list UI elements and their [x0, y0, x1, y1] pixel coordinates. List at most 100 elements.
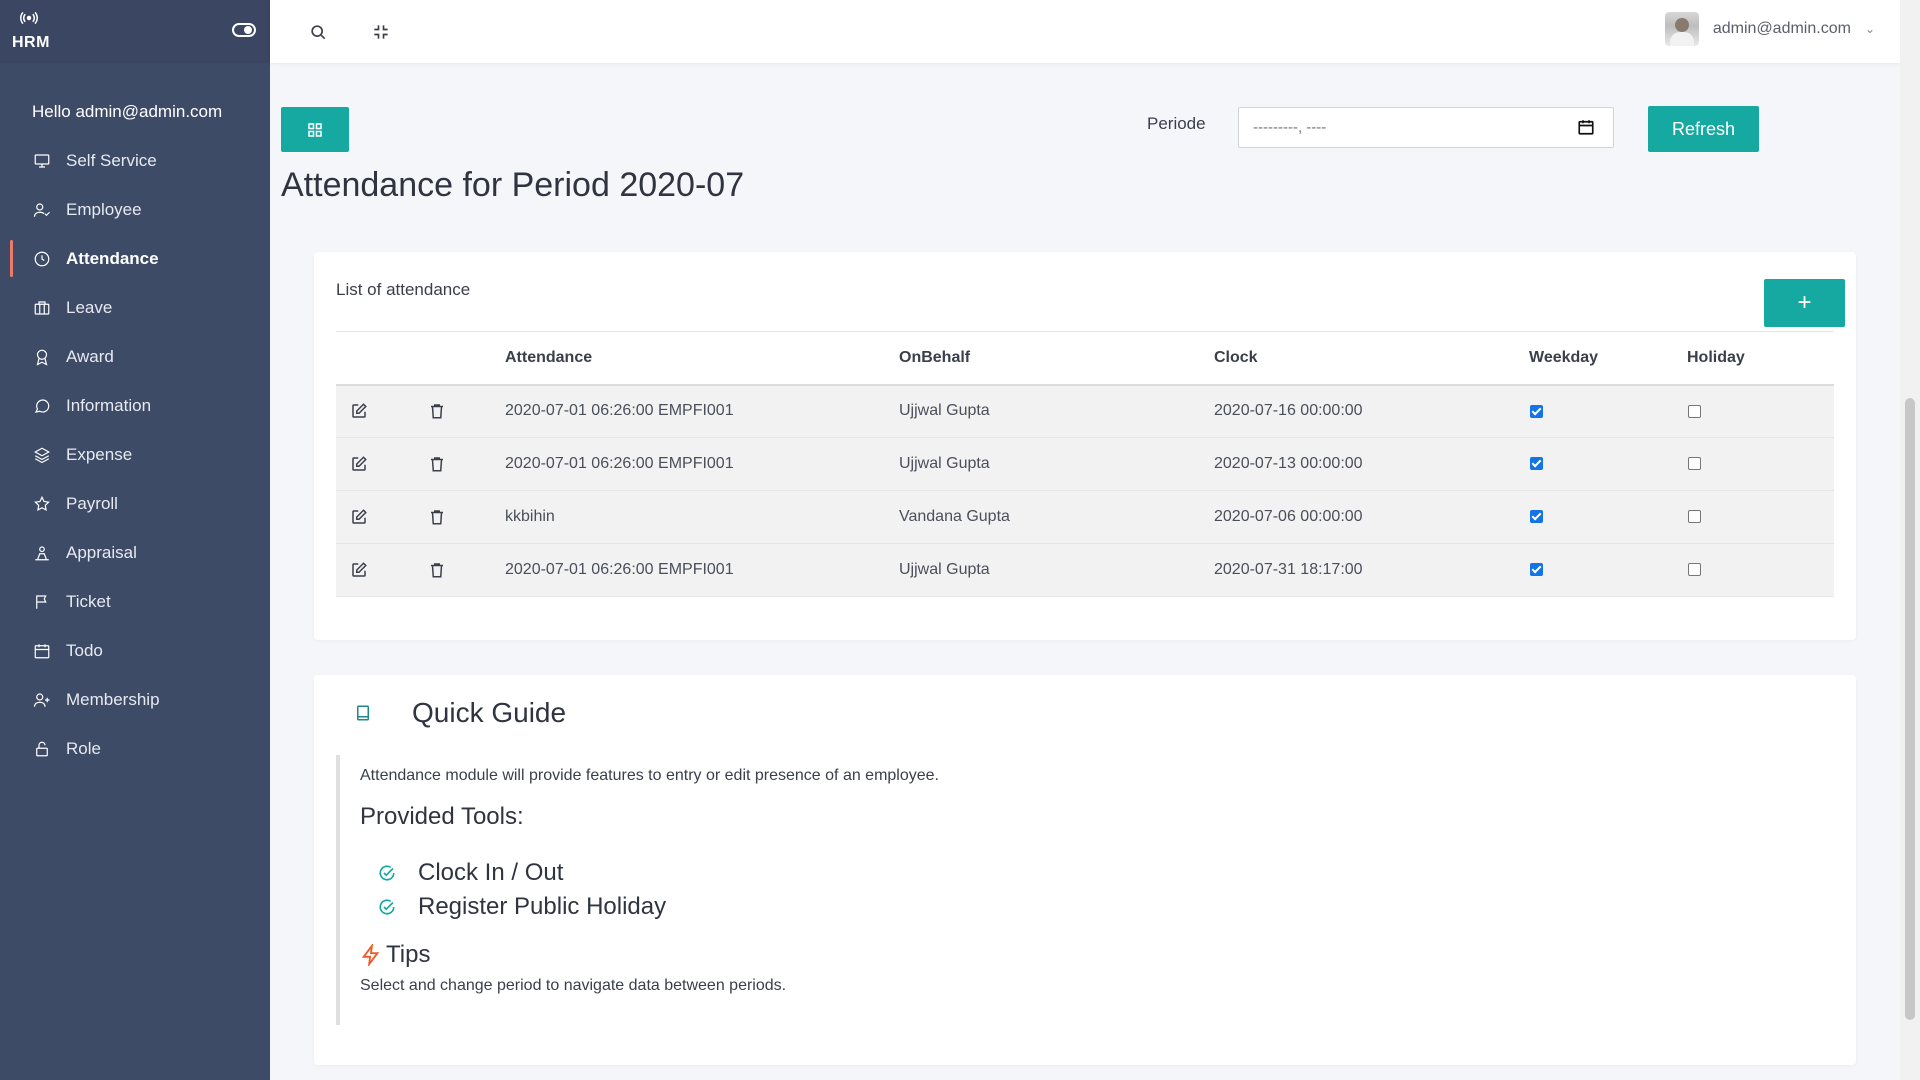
- sidebar-item-label: Information: [66, 395, 152, 415]
- sidebar-item-attendance[interactable]: Attendance: [0, 234, 270, 283]
- scrollbar-thumb[interactable]: [1905, 398, 1915, 1020]
- trash-icon[interactable]: [428, 402, 446, 420]
- star-icon: [32, 494, 52, 514]
- chevron-down-icon: ⌄: [1864, 22, 1875, 36]
- cell-attendance: 2020-07-01 06:26:00 EMPFI001: [505, 455, 734, 472]
- check-circle-icon: [379, 865, 395, 881]
- trash-icon[interactable]: [428, 455, 446, 473]
- sidebar-item-leave[interactable]: Leave: [0, 283, 270, 332]
- page-scrollbar[interactable]: [1900, 0, 1920, 1080]
- tool-item: Register Public Holiday: [378, 893, 666, 921]
- cell-onbehalf: Vandana Gupta: [899, 508, 1010, 525]
- edit-icon[interactable]: [350, 561, 368, 579]
- minimize-icon[interactable]: [371, 22, 391, 42]
- table-row: kkbihin Vandana Gupta 2020-07-06 00:00:0…: [336, 490, 1834, 544]
- header-delete: [414, 332, 505, 385]
- book-icon: [357, 705, 369, 721]
- weekday-checkbox[interactable]: [1530, 510, 1543, 524]
- briefcase-icon: [32, 298, 52, 318]
- periode-label: Periode: [1147, 114, 1206, 133]
- edit-icon[interactable]: [350, 455, 368, 473]
- weekday-checkbox[interactable]: [1530, 457, 1543, 471]
- periode-input[interactable]: [1238, 107, 1614, 148]
- weekday-checkbox[interactable]: [1530, 404, 1543, 418]
- holiday-checkbox[interactable]: [1688, 457, 1701, 471]
- chat-icon: [32, 396, 52, 416]
- appraisal-icon: [32, 543, 52, 563]
- guide-body: Attendance module will provide features …: [336, 755, 1826, 1025]
- user-email: admin@admin.com: [1712, 20, 1851, 37]
- table-row: 2020-07-01 06:26:00 EMPFI001 Ujjwal Gupt…: [336, 543, 1834, 597]
- sidebar-item-payroll[interactable]: Payroll: [0, 479, 270, 528]
- guide-header: Quick Guide: [354, 697, 566, 729]
- lock-icon: [32, 739, 52, 759]
- toggle-icon[interactable]: [232, 22, 256, 38]
- cell-onbehalf: Ujjwal Gupta: [899, 455, 990, 472]
- cell-clock: 2020-07-31 18:17:00: [1214, 561, 1363, 578]
- sidebar-item-role[interactable]: Role: [0, 724, 270, 773]
- grid-icon: [308, 122, 322, 137]
- column-header-holiday: Holiday: [1687, 348, 1745, 366]
- edit-icon[interactable]: [350, 508, 368, 526]
- column-header-onbehalf: OnBehalf: [899, 348, 971, 366]
- holiday-checkbox[interactable]: [1688, 563, 1701, 577]
- sidebar-item-label: Payroll: [66, 493, 118, 513]
- column-header-clock: Clock: [1214, 348, 1258, 366]
- column-header-weekday: Weekday: [1529, 348, 1599, 366]
- monitor-icon: [32, 151, 52, 171]
- column-header-attendance: Attendance: [505, 348, 593, 366]
- guide-title: Quick Guide: [412, 697, 567, 728]
- holiday-checkbox[interactable]: [1688, 510, 1701, 524]
- grid-view-button[interactable]: [281, 107, 349, 152]
- trash-icon[interactable]: [428, 508, 446, 526]
- sidebar-item-label: Ticket: [66, 591, 111, 611]
- tools-heading: Provided Tools:: [360, 803, 524, 830]
- trash-icon[interactable]: [428, 561, 446, 579]
- sidebar-item-self-service[interactable]: Self Service: [0, 136, 270, 185]
- sidebar-item-employee[interactable]: Employee: [0, 185, 270, 234]
- weekday-checkbox[interactable]: [1530, 563, 1543, 577]
- flag-icon: [32, 592, 52, 612]
- cell-attendance: kkbihin: [505, 508, 555, 525]
- clock-icon: [32, 249, 52, 269]
- check-circle-icon: [379, 899, 395, 915]
- sidebar-item-label: Leave: [66, 297, 113, 317]
- search-icon[interactable]: [308, 22, 328, 42]
- tips-heading: Tips: [386, 941, 431, 968]
- cell-attendance: 2020-07-01 06:26:00 EMPFI001: [505, 402, 734, 420]
- tool-item: Clock In / Out: [378, 859, 563, 887]
- tips-text: Select and change period to navigate dat…: [360, 977, 787, 994]
- tool-label: Clock In / Out: [418, 859, 564, 886]
- sidebar-item-expense[interactable]: Expense: [0, 430, 270, 479]
- sidebar-item-label: Role: [66, 738, 101, 758]
- brand: HRM: [0, 0, 270, 63]
- add-attendance-button[interactable]: +: [1764, 279, 1845, 327]
- attendance-list-card: List of attendance + Attendance OnBehalf…: [314, 252, 1856, 640]
- sidebar-item-label: Appraisal: [66, 542, 137, 562]
- sidebar-item-information[interactable]: Information: [0, 381, 270, 430]
- cell-clock: 2020-07-16 00:00:00: [1214, 402, 1363, 420]
- cell-onbehalf: Ujjwal Gupta: [899, 402, 990, 420]
- refresh-button[interactable]: Refresh: [1648, 106, 1759, 152]
- cell-clock: 2020-07-06 00:00:00: [1214, 508, 1363, 525]
- user-menu[interactable]: admin@admin.com ⌄: [1664, 12, 1875, 46]
- sidebar-item-membership[interactable]: Membership: [0, 675, 270, 724]
- avatar: [1664, 12, 1699, 46]
- holiday-checkbox[interactable]: [1688, 404, 1701, 418]
- card-title: List of attendance: [336, 280, 471, 299]
- sidebar-item-ticket[interactable]: Ticket: [0, 577, 270, 626]
- sidebar-item-label: Todo: [66, 640, 103, 660]
- sidebar-item-todo[interactable]: Todo: [0, 626, 270, 675]
- sidebar: HRM Hello admin@admin.com Self Service E…: [0, 0, 270, 1080]
- calendar-icon: [32, 641, 52, 661]
- award-icon: [32, 347, 52, 367]
- sidebar-item-appraisal[interactable]: Appraisal: [0, 528, 270, 577]
- cell-attendance: 2020-07-01 06:26:00 EMPFI001: [505, 561, 734, 578]
- table-row: 2020-07-01 06:26:00 EMPFI001 Ujjwal Gupt…: [336, 437, 1834, 491]
- sidebar-item-award[interactable]: Award: [0, 332, 270, 381]
- cell-onbehalf: Ujjwal Gupta: [899, 561, 990, 578]
- page-title: Attendance for Period 2020-07: [281, 166, 745, 204]
- tool-label: Register Public Holiday: [418, 893, 667, 920]
- lightning-icon: [361, 944, 380, 966]
- edit-icon[interactable]: [350, 402, 368, 420]
